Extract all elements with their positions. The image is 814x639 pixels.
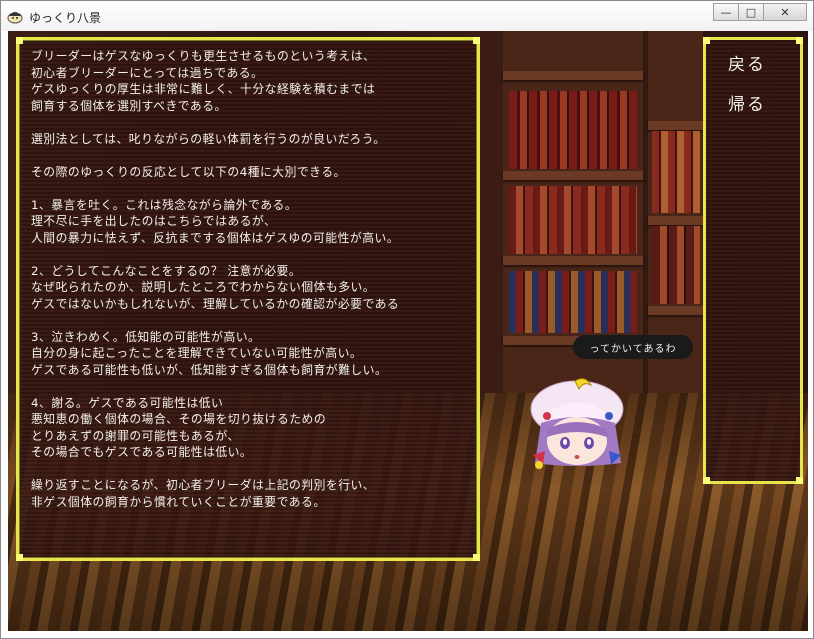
message-window[interactable]: ブリーダーはゲスなゆっくりも更生させるものという考えは、 初心者ブリーダーにとって… [16,37,480,561]
title-bar[interactable]: ゆっくり八景 — □ ✕ [1,1,813,31]
command-menu: 戻る 帰る [703,37,803,484]
message-line: 選別法としては、叱りながらの軽い体罰を行うのが良いだろう。 [31,131,386,146]
message-line: ゲスではないかもしれないが、理解しているかの確認が必要である [31,296,400,311]
message-line: 初心者ブリーダーにとっては過ちである。 [31,65,264,80]
speech-bubble: ってかいてあるわ [573,335,693,359]
message-line [31,246,479,263]
message-line [31,114,479,131]
message-line: 人間の暴力に怯えず、反抗までする個体はゲスゆの可能性が高い。 [31,230,400,245]
close-button[interactable]: ✕ [763,3,807,21]
menu-item-return[interactable]: 帰る [728,90,766,115]
message-line: なぜ叱られたのか、説明したところでわからない個体も多い。 [31,280,376,294]
message-text: ブリーダーはゲスなゆっくりも更生させるものという考えは、 初心者ブリーダーにとって… [31,48,479,510]
message-line: 2、どうしてこんなことをするの？ 注意が必要。 [31,263,302,278]
message-line: 4、謝る。ゲスである可能性は低い [31,395,224,410]
minimize-button[interactable]: — [713,3,739,21]
message-line [31,147,479,164]
message-line: 3、泣きわめく。低知能の可能性が高い。 [31,329,261,344]
message-line: ゲスである可能性も低いが、低知能すぎる個体も飼育が難しい。 [31,362,388,377]
window-title: ゆっくり八景 [29,11,102,25]
message-line: 悪知恵の働く個体の場合、その場を切り抜けるための [31,412,327,426]
message-line [31,180,479,197]
message-line [31,461,479,478]
message-line: その場合でもゲスである可能性は低い。 [31,445,253,459]
message-line [31,378,479,395]
message-line [31,312,479,329]
game-screen[interactable]: ブリーダーはゲスなゆっくりも更生させるものという考えは、 初心者ブリーダーにとって… [8,31,808,631]
menu-item-back[interactable]: 戻る [728,50,766,75]
message-line: ゲスゆっくりの厚生は非常に難しく、十分な経験を積むまでは [31,82,376,96]
yukkuri-character [530,378,624,469]
message-line: 自分の身に起こったことを理解できていない可能性が高い。 [31,346,363,360]
message-line: ブリーダーはゲスなゆっくりも更生させるものという考えは、 [31,49,376,63]
window-controls: — □ ✕ [713,3,807,23]
message-line: 理不尽に手を出したのはこちらではあるが、 [31,214,277,228]
message-line: 飼育する個体を選別すべきである。 [31,98,227,113]
message-line: その際のゆっくりの反応として以下の4種に大別できる。 [31,164,346,179]
app-window: ゆっくり八景 — □ ✕ ブリーダーはゲスなゆっくりも更生させるものという考えは… [0,0,814,639]
message-line: 非ゲス個体の飼育から慣れていくことが重要である。 [31,494,326,509]
message-line: 1、暴言を吐く。これは残念ながら論外である。 [31,197,298,212]
maximize-button[interactable]: □ [738,3,764,21]
message-line: とりあえずの謝罪の可能性もあるが、 [31,428,240,443]
message-line: 繰り返すことになるが、初心者ブリーダは上記の判別を行い、 [31,478,376,492]
app-icon [7,12,23,24]
